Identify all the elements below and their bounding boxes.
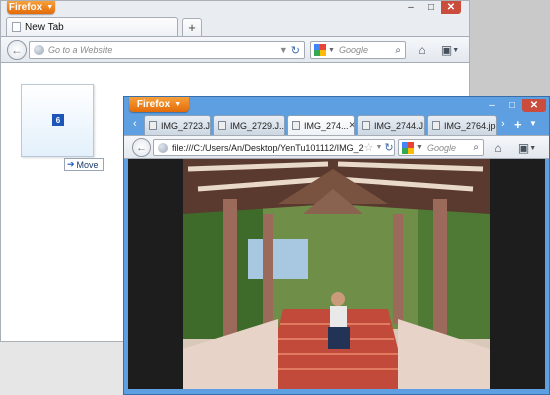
globe-icon bbox=[158, 142, 168, 153]
search-bar[interactable]: ▼ Google ⌕ bbox=[398, 139, 484, 156]
scroll-tabs-right-icon[interactable]: › bbox=[501, 118, 505, 130]
window-controls: – □ ✕ bbox=[401, 1, 461, 14]
google-icon bbox=[402, 141, 414, 154]
search-bar[interactable]: ▼ Google ⌕ bbox=[310, 41, 406, 59]
tab-img-2723[interactable]: IMG_2723.J... bbox=[144, 115, 211, 135]
globe-icon bbox=[34, 45, 44, 55]
back-button[interactable]: ← bbox=[132, 138, 151, 157]
thumbnail-badge: 6 bbox=[52, 114, 64, 126]
plus-icon: + bbox=[188, 20, 196, 35]
window-controls-front: – □ ✕ bbox=[482, 99, 546, 112]
firefox-menu-button-front[interactable]: Firefox ▼ bbox=[129, 97, 189, 112]
arrow-right-icon: ➔ bbox=[67, 159, 75, 169]
bookmark-arrow-icon[interactable]: ▼ bbox=[279, 45, 288, 55]
drag-tooltip: ➔ Move bbox=[64, 158, 104, 171]
back-arrow-icon: ← bbox=[136, 141, 147, 154]
tab-img-2764[interactable]: IMG_2764.jp... bbox=[427, 115, 497, 135]
taskbar-area bbox=[0, 342, 130, 395]
firefox-menu-button[interactable]: Firefox ▼ bbox=[7, 1, 55, 14]
back-arrow-icon: ← bbox=[11, 43, 23, 57]
close-tab-icon[interactable]: ✕ bbox=[349, 120, 354, 131]
tab-label: IMG_2744.J... bbox=[374, 120, 425, 131]
navigation-toolbar-front: ← file:///C:/Users/An/Desktop/YenTu10111… bbox=[124, 135, 549, 159]
history-dropdown-icon[interactable]: ▼ bbox=[375, 144, 382, 151]
tab-label: IMG_2729.J... bbox=[230, 120, 285, 131]
firefox-menu-label: Firefox bbox=[8, 2, 43, 13]
tab-label: IMG_274... bbox=[304, 120, 349, 131]
bookmark-star-icon[interactable]: ☆ bbox=[364, 141, 374, 154]
page-icon bbox=[12, 22, 21, 32]
tab-new-tab[interactable]: New Tab bbox=[6, 17, 178, 36]
close-button[interactable]: ✕ bbox=[441, 1, 461, 14]
new-tab-button[interactable]: + bbox=[182, 18, 202, 36]
bookmarks-menu-icon[interactable]: ▣ ▼ bbox=[438, 42, 462, 58]
google-icon bbox=[314, 44, 326, 56]
minimize-button[interactable]: – bbox=[482, 99, 502, 112]
home-icon[interactable]: ⌂ bbox=[414, 42, 430, 58]
maximize-button[interactable]: □ bbox=[421, 1, 441, 14]
new-tab-plus-icon[interactable]: + bbox=[514, 117, 522, 132]
minimize-button[interactable]: – bbox=[401, 1, 421, 14]
site-thumbnail[interactable]: 6 bbox=[21, 84, 94, 157]
image-thumbnail-icon bbox=[149, 121, 157, 130]
reload-icon[interactable]: ↻ bbox=[291, 44, 300, 57]
tab-img-2729[interactable]: IMG_2729.J... bbox=[213, 115, 285, 135]
image-thumbnail-icon bbox=[362, 121, 370, 130]
search-icon[interactable]: ⌕ bbox=[473, 142, 479, 153]
image-thumbnail-icon bbox=[292, 121, 300, 130]
tab-label: IMG_2723.J... bbox=[161, 120, 211, 131]
tab-strip: ‹ IMG_2723.J... IMG_2729.J... IMG_274...… bbox=[124, 115, 549, 135]
close-button[interactable]: ✕ bbox=[522, 99, 546, 112]
dropdown-arrow-icon: ▼ bbox=[46, 4, 54, 11]
dropdown-arrow-icon: ▼ bbox=[174, 101, 182, 108]
firefox-menu-label: Firefox bbox=[136, 99, 171, 110]
image-viewer bbox=[128, 159, 545, 389]
image-thumbnail-icon bbox=[218, 121, 226, 130]
search-placeholder: Google bbox=[338, 45, 368, 55]
drag-tooltip-label: Move bbox=[76, 159, 99, 170]
tab-label: New Tab bbox=[25, 21, 64, 33]
search-placeholder: Google bbox=[426, 142, 456, 153]
navigation-toolbar: ← Go to a Website ▼ ↻ ▼ Google ⌕ ⌂ ▣ ▼ bbox=[1, 36, 469, 63]
tab-img-2744[interactable]: IMG_2744.J... bbox=[357, 115, 425, 135]
url-bar[interactable]: file:///C:/Users/An/Desktop/YenTu101112/… bbox=[153, 139, 395, 156]
tab-label: IMG_2764.jp... bbox=[444, 120, 496, 131]
url-text: file:///C:/Users/An/Desktop/YenTu101112/… bbox=[172, 142, 364, 153]
engine-dropdown-icon[interactable]: ▼ bbox=[328, 47, 335, 54]
maximize-button[interactable]: □ bbox=[502, 99, 522, 112]
image-thumbnail-icon bbox=[432, 121, 440, 130]
search-icon[interactable]: ⌕ bbox=[395, 45, 401, 56]
reload-icon[interactable]: ↻ bbox=[384, 141, 393, 154]
bookmarks-menu-icon[interactable]: ▣ ▼ bbox=[515, 140, 539, 156]
home-icon[interactable]: ⌂ bbox=[490, 140, 506, 156]
url-placeholder: Go to a Website bbox=[48, 45, 113, 55]
back-button[interactable]: ← bbox=[7, 40, 27, 60]
scroll-tabs-left-icon[interactable]: ‹ bbox=[133, 118, 137, 130]
tab-img-274-active[interactable]: IMG_274... ✕ bbox=[287, 115, 355, 135]
url-bar[interactable]: Go to a Website ▼ ↻ bbox=[29, 41, 305, 59]
engine-dropdown-icon[interactable]: ▼ bbox=[416, 144, 423, 151]
photo-image[interactable] bbox=[128, 159, 545, 389]
list-all-tabs-icon[interactable]: ▼ bbox=[529, 119, 537, 128]
